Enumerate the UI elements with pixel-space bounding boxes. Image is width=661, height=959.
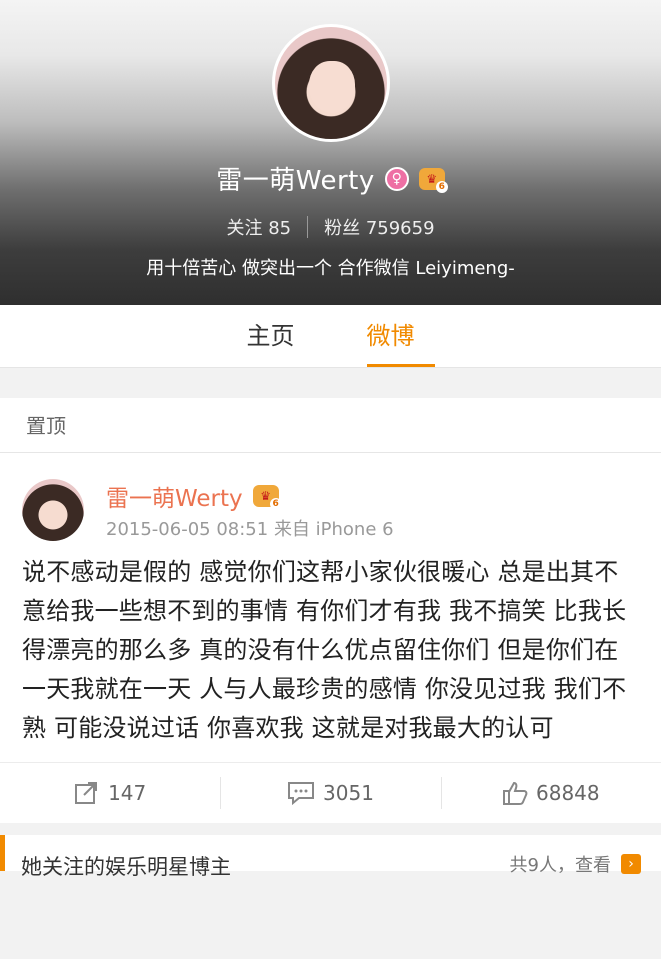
comment-button[interactable]: 3051 [220,763,440,823]
post-author-name[interactable]: 雷一萌Werty [106,479,243,513]
vip-crown-icon: ♛ 6 [418,167,448,193]
repost-icon [75,782,98,804]
post-author-row: 雷一萌Werty ♛ 6 [106,479,282,513]
vip-crown-icon: ♛ 6 [252,485,282,510]
stats-divider [307,216,309,238]
post-meta: 2015-06-05 08:51 来自 iPhone 6 [106,515,394,541]
followed-celebrities-title: 她关注的娱乐明星博主 [21,855,231,879]
tab-weibo[interactable]: 微博 [341,305,441,367]
followers-stat[interactable]: 粉丝 759659 [324,214,434,240]
comment-count: 3051 [323,781,374,805]
profile-bio: 用十倍苦心 做突出一个 合作微信 Leiyimeng- [146,258,515,279]
post-actions: 147 3051 68848 [0,762,661,823]
like-button[interactable]: 68848 [440,763,661,823]
profile-name: 雷一萌Werty [216,166,375,196]
repost-button[interactable]: 147 [0,763,220,823]
post-card: 雷一萌Werty ♛ 6 2015-06-05 08:51 来自 iPhone 6… [0,453,661,823]
repost-count: 147 [108,781,147,805]
thumbs-up-icon [503,781,528,805]
post-avatar[interactable] [22,479,84,541]
following-stat[interactable]: 关注 85 [226,214,291,240]
tab-home[interactable]: 主页 [221,305,321,367]
chevron-right-icon: › [621,854,641,874]
profile-tabs: 主页 微博 [0,305,661,368]
profile-stats: 关注 85 粉丝 759659 [0,214,661,240]
like-count: 68848 [536,781,600,805]
followed-celebrities-bar[interactable]: 她关注的娱乐明星博主 共9人，查看 › [0,835,661,879]
female-verified-icon: ♀ [384,166,409,191]
profile-name-row: 雷一萌Werty ♀ ♛ 6 [0,160,661,197]
post-text: 说不感动是假的 感觉你们这帮小家伙很暖心 总是出其不意给我一些想不到的事情 有你… [22,558,627,742]
post-timestamp: 2015-06-05 08:51 [106,519,269,540]
profile-avatar[interactable] [272,24,390,142]
pinned-label: 置顶 [0,398,661,453]
comment-icon [288,782,315,805]
followed-celebrities-link[interactable]: 共9人，查看 › [510,851,641,877]
profile-header: 雷一萌Werty ♀ ♛ 6 关注 85 粉丝 759659 用十倍苦心 做突出一… [0,0,661,305]
post-source: 来自 iPhone 6 [273,519,394,540]
